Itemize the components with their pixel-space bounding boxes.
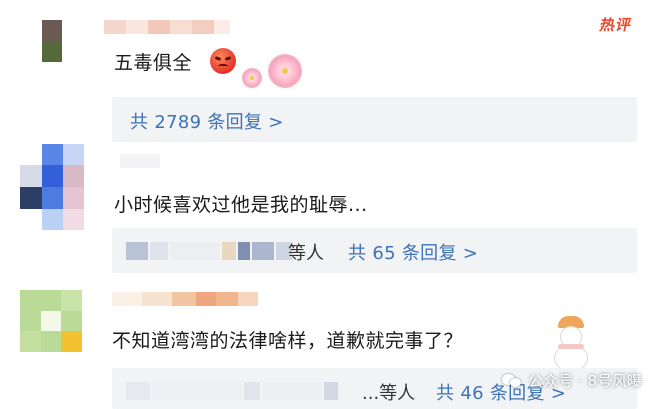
avatar[interactable] — [20, 144, 84, 230]
reply-summary[interactable]: 共 2789 条回复 > — [112, 97, 637, 142]
cherry-blossom-icon — [268, 54, 302, 88]
username-blurred[interactable] — [120, 154, 160, 168]
view-replies-link[interactable]: 共 65 条回复 > — [348, 239, 478, 265]
replier-names-suffix: 等人 — [288, 243, 324, 264]
watermark: 公众号 · 8号风曝 — [502, 370, 642, 391]
cherry-blossom-icon — [242, 68, 262, 88]
comment-text: 五毒俱全 — [114, 52, 193, 74]
replier-names-blurred — [126, 382, 338, 400]
avatar[interactable] — [20, 290, 82, 352]
replier-names-blurred — [126, 242, 292, 260]
view-replies-link[interactable]: 共 2789 条回复 > — [130, 108, 284, 134]
comment-item: 五毒俱全 共 2789 条回复 > — [0, 0, 660, 142]
reply-summary[interactable]: 等人 共 65 条回复 > — [112, 228, 637, 273]
replier-names-suffix: ...等人 — [362, 383, 416, 404]
comment-item: 小时候喜欢过他是我的耻辱... 等人 共 65 条回复 > — [0, 140, 660, 280]
angry-face-icon — [210, 48, 236, 74]
comment-text: 不知道湾湾的法律啥样，道歉就完事了？ — [112, 330, 464, 352]
snowman-icon — [550, 316, 594, 372]
wechat-icon — [502, 372, 522, 390]
username-blurred[interactable] — [112, 292, 258, 306]
watermark-text: 公众号 · 8号风曝 — [528, 372, 642, 390]
comment-text: 小时候喜欢过他是我的耻辱... — [114, 194, 368, 216]
username-blurred[interactable] — [104, 20, 230, 34]
avatar[interactable] — [42, 20, 62, 62]
